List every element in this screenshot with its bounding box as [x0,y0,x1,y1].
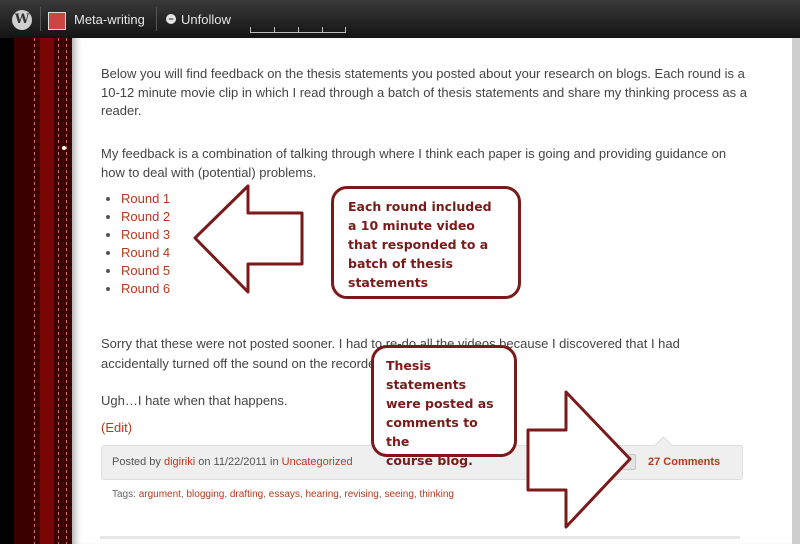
sidebar-stripe [40,38,54,544]
round-link[interactable]: Round 5 [121,263,170,278]
list-item: Round 1 [121,190,170,208]
annotation-callout: Each round included a 10 minute video th… [331,186,521,299]
sidebar-stitch [58,38,59,544]
round-link[interactable]: Round 4 [121,245,170,260]
tag-link[interactable]: argument [139,489,181,500]
post-paragraph: My feedback is a combination of talking … [101,146,727,180]
divider [100,536,740,539]
round-link[interactable]: Round 1 [121,191,170,206]
post-paragraph: Ugh…I hate when that happens. [101,393,288,408]
round-link[interactable]: Round 3 [121,227,170,242]
tag-link[interactable]: thinking [419,489,453,500]
post-tags: Tags: argument, blogging, drafting, essa… [112,489,454,500]
admin-bar: W Meta-writing − Unfollow [0,0,800,38]
right-edge [792,38,800,544]
callout-line: Thesis statements [386,358,467,392]
wordpress-logo-icon[interactable]: W [12,10,32,30]
tag-link[interactable]: hearing [305,489,338,500]
callout-line: batch of thesis [348,256,453,271]
round-link[interactable]: Round 6 [121,281,170,296]
post-meta-text: Posted by digiriki on 11/22/2011 in Unca… [112,456,353,468]
unfollow-button[interactable]: Unfollow [181,12,231,27]
list-item: Round 6 [121,280,170,298]
tag-link[interactable]: drafting [230,489,263,500]
comments-link[interactable]: 27 Comments [648,456,720,468]
list-item: Round 4 [121,244,170,262]
toolbar-ruler [250,26,346,33]
callout-line: Each round included [348,199,492,214]
callout-line: were posted as [386,396,494,411]
tag-link[interactable]: essays [269,489,300,500]
callout-line: that responded to a [348,237,489,252]
round-link[interactable]: Round 2 [121,209,170,224]
callout-line: a 10 minute video [348,218,475,233]
divider [156,7,157,31]
tags-label: Tags: [112,489,136,500]
callout-line: comments to the [386,415,478,449]
edit-link[interactable]: (Edit) [101,420,132,435]
list-item: Round 5 [121,262,170,280]
rounds-list: Round 1 Round 2 Round 3 Round 4 Round 5 … [100,190,170,298]
posted-by-label: Posted by [112,456,161,468]
sidebar-stitch [66,38,67,544]
divider [40,7,41,31]
unfollow-icon[interactable]: − [166,14,176,24]
list-item: Round 3 [121,226,170,244]
post-date: on 11/22/2011 in [198,456,279,468]
tag-link[interactable]: blogging [187,489,225,500]
comment-bubble-icon[interactable] [618,454,636,470]
post-paragraph: Below you will find feedback on the thes… [101,66,748,118]
author-link[interactable]: digiriki [164,456,195,468]
sidebar-stitch [34,38,35,544]
site-icon[interactable] [48,12,66,30]
list-item: Round 2 [121,208,170,226]
tag-link[interactable]: seeing [384,489,413,500]
callout-line: course blog. [386,453,473,468]
tag-link[interactable]: revising [344,489,378,500]
category-link[interactable]: Uncategorized [282,456,353,468]
site-name-link[interactable]: Meta-writing [74,12,145,27]
sidebar-dot [62,146,66,150]
callout-line: statements [348,275,429,290]
annotation-callout: Thesis statements were posted as comment… [371,345,517,468]
left-edge [0,38,14,544]
